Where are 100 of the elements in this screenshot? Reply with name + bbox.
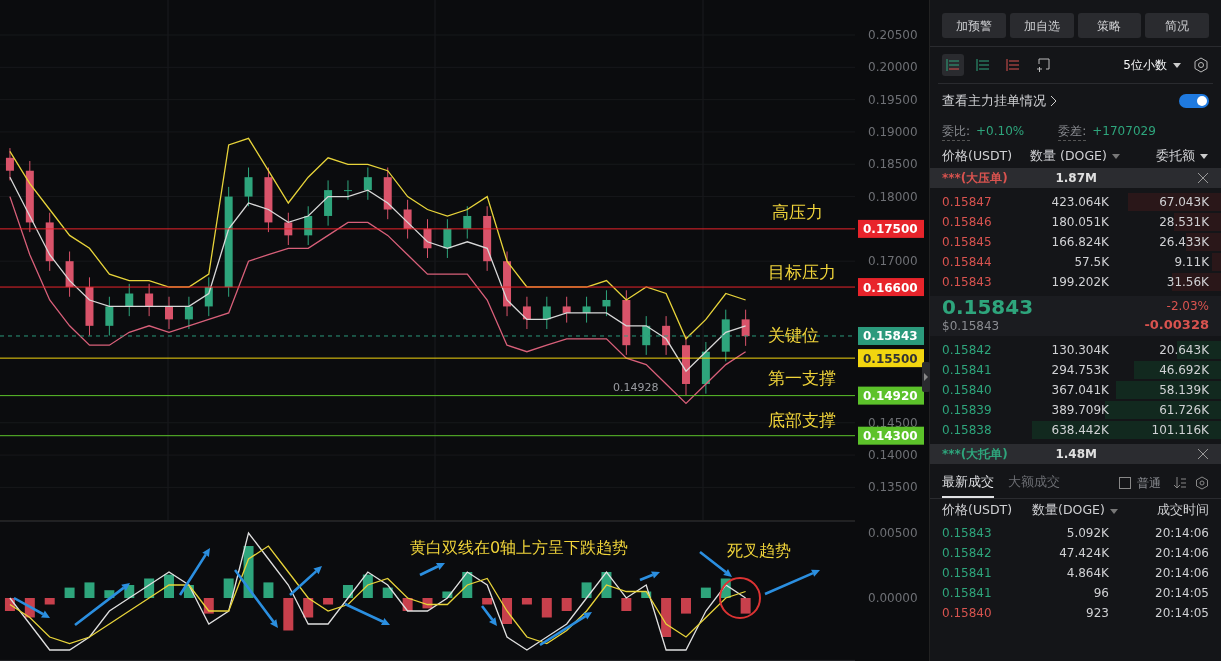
action-button[interactable]: 加自选	[1009, 13, 1074, 38]
price-cell-text: 0.15842	[942, 342, 993, 359]
time-cell-text: 20:14:06	[1154, 544, 1209, 562]
order-book-row[interactable]: 0.15840 367.041K 58.139K	[930, 380, 1221, 400]
total-cell-text: 67.043K	[1158, 194, 1209, 211]
order-book-row[interactable]: 0.15838 638.442K 101.116K	[930, 420, 1221, 440]
order-book-row[interactable]: 0.15847 423.064K 67.043K	[930, 192, 1221, 212]
amount-cell-text: 367.041K	[1050, 382, 1109, 399]
price-cell-text: 0.15847	[942, 194, 993, 211]
column-header[interactable]: 数量(DOGE)	[1032, 501, 1119, 520]
collapse-handle	[922, 362, 930, 392]
price-tag: 0.14300	[858, 426, 924, 445]
candlestick	[542, 296, 551, 330]
checkbox[interactable]	[1119, 476, 1131, 489]
amount-cell-text: 638.442K	[1050, 422, 1109, 439]
price-cell-text: 0.15840	[942, 382, 993, 399]
histogram-bar	[482, 598, 493, 605]
candlestick	[145, 283, 154, 317]
histogram-bar	[561, 598, 572, 611]
histogram-bar	[601, 572, 612, 598]
total-cell-text: 46.692K	[1158, 362, 1209, 379]
amount-cell-text: 166.824K	[1050, 234, 1109, 251]
price-tag: 0.16600	[858, 278, 924, 297]
main-orders-link[interactable]: 查看主力挂单情况	[942, 91, 1046, 111]
level-annotation: 目标压力	[768, 262, 836, 282]
price-cell-text: 0.15843	[942, 274, 993, 291]
column-header: 成交时间	[1156, 501, 1209, 520]
total-cell-text: 101.116K	[1150, 422, 1209, 439]
level-annotation: 底部支撑	[768, 410, 836, 430]
amount-cell-text: 199.202K	[1050, 274, 1109, 291]
time-cell-text: 20:14:05	[1154, 584, 1209, 602]
order-book-row[interactable]: 0.15839 389.709K 61.726K	[930, 400, 1221, 420]
histogram-bar	[64, 587, 75, 598]
sort-icon[interactable]	[1173, 475, 1187, 490]
histogram-bar	[303, 598, 314, 618]
settings-icon[interactable]	[1193, 57, 1209, 73]
total-cell-text: 26.433K	[1158, 234, 1209, 251]
big-order-value: 1.48M	[1054, 446, 1097, 463]
histogram-bar	[462, 572, 473, 598]
precision-dropdown[interactable]: 5位小数	[1120, 53, 1185, 77]
candlestick	[582, 296, 591, 324]
amount-cell-text: 423.064K	[1050, 194, 1109, 211]
price-tag: 0.14920	[858, 386, 924, 405]
axis-label: 0.18500	[868, 157, 918, 172]
order-book-row[interactable]: 0.15846 180.051K 28.531K	[930, 212, 1221, 232]
histogram-bar	[740, 598, 751, 614]
candlestick	[244, 166, 253, 207]
histogram-bar	[323, 598, 334, 605]
order-book-row[interactable]: 0.15841 294.753K 46.692K	[930, 360, 1221, 380]
ref-line-label: 0.15500	[863, 351, 918, 366]
candlestick	[184, 296, 193, 330]
trades-tab[interactable]: 最新成交	[942, 468, 994, 498]
order-book-view-icon[interactable]	[942, 54, 964, 76]
column-header[interactable]: 数量 (DOGE)	[1030, 146, 1121, 166]
histogram-bar	[621, 598, 632, 611]
candlestick	[522, 296, 531, 330]
candlestick	[602, 289, 611, 317]
trades-tab[interactable]: 大额成交	[1008, 468, 1060, 498]
axis-label: 0.18000	[868, 189, 918, 204]
histogram-bar	[144, 578, 155, 598]
candlestick	[463, 205, 472, 240]
action-button[interactable]: 策略	[1077, 13, 1142, 38]
total-cell-text: 58.139K	[1158, 382, 1209, 399]
axis-label: 0.17000	[868, 254, 918, 269]
caret-icon	[1108, 506, 1119, 515]
toggle-switch[interactable]	[1179, 94, 1209, 108]
action-button[interactable]: 加预警	[942, 13, 1006, 38]
time-cell-text: 20:14:06	[1154, 564, 1209, 582]
caret-icon	[1172, 61, 1182, 69]
candlestick	[5, 147, 14, 181]
caret-icon	[1199, 152, 1209, 160]
usd-price: $0.15843	[942, 318, 1001, 335]
level-annotation: 第一支撑	[768, 368, 836, 388]
axis-label: 0.20000	[868, 60, 918, 75]
change-percent: -2.03%	[1165, 298, 1209, 316]
amount-cell-text: 47.424K	[1058, 544, 1109, 562]
histogram-bar	[581, 582, 592, 598]
checkbox-label: 普通	[1137, 474, 1161, 492]
close-icon[interactable]	[1197, 172, 1209, 184]
candlestick	[363, 166, 372, 201]
close-icon[interactable]	[1197, 448, 1209, 460]
histogram-bar	[223, 578, 234, 598]
histogram-bar	[342, 585, 353, 598]
order-book-row[interactable]: 0.15845 166.824K 26.433K	[930, 232, 1221, 252]
change-value: -0.00328	[1144, 316, 1209, 335]
histogram-bar	[243, 546, 254, 598]
histogram-bar	[720, 578, 731, 598]
price-cell-text: 0.15841	[942, 564, 993, 582]
axis-label: 0.20500	[868, 28, 918, 42]
column-header[interactable]: 委托额	[1120, 146, 1209, 166]
price-cell-text: 0.15842	[942, 544, 993, 562]
total-cell-text: 31.56K	[1165, 274, 1209, 291]
histogram-bar	[442, 591, 453, 598]
order-book-row[interactable]: 0.15843 199.202K 31.56K	[930, 272, 1221, 292]
settings-icon[interactable]	[1195, 475, 1209, 490]
action-button[interactable]: 简况	[1145, 13, 1209, 38]
histogram-bar	[84, 582, 95, 598]
order-book-row[interactable]: 0.15844 57.5K 9.11K	[930, 252, 1221, 272]
amount-cell-text: 96	[1092, 584, 1109, 602]
order-book-row[interactable]: 0.15842 130.304K 20.643K	[930, 340, 1221, 360]
